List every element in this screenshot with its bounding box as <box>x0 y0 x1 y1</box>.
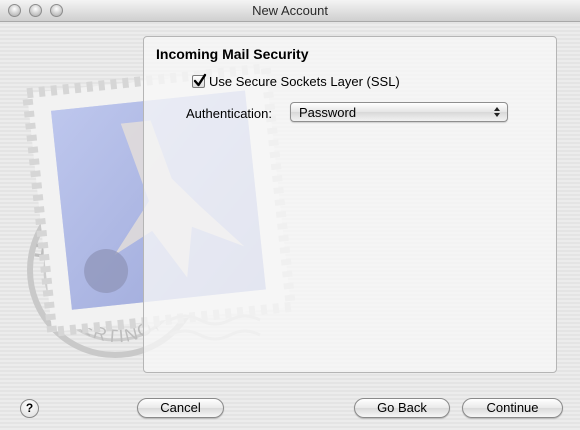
authentication-popup[interactable]: Password <box>290 102 508 122</box>
section-title: Incoming Mail Security <box>156 46 309 62</box>
popup-arrows-icon <box>494 107 500 117</box>
ssl-checkbox-label: Use Secure Sockets Layer (SSL) <box>209 74 400 89</box>
ssl-checkbox[interactable] <box>192 73 207 88</box>
ssl-checkbox-row[interactable]: Use Secure Sockets Layer (SSL) <box>192 73 400 89</box>
continue-button[interactable]: Continue <box>462 398 563 418</box>
authentication-selected-value: Password <box>299 105 357 120</box>
title-bar: New Account <box>0 0 580 22</box>
go-back-button[interactable]: Go Back <box>354 398 450 418</box>
window-title: New Account <box>252 3 328 18</box>
authentication-label: Authentication: <box>186 106 273 121</box>
cancel-button[interactable]: Cancel <box>137 398 224 418</box>
help-button[interactable]: ? <box>20 399 39 418</box>
new-account-window: New Account HELLO FR CUPERTINO, CA <box>0 0 580 430</box>
incoming-mail-security-panel: Incoming Mail Security Use Secure Socket… <box>143 36 557 373</box>
checkmark-icon <box>193 73 207 87</box>
